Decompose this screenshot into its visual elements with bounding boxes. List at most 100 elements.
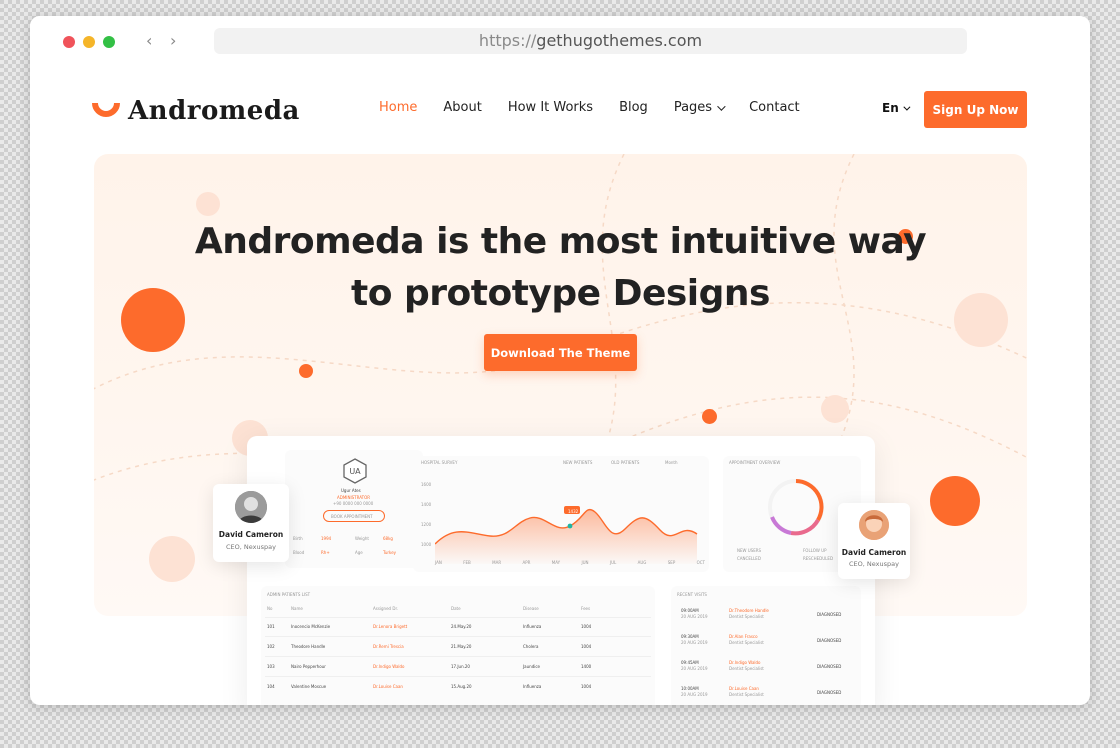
x-tick: APR <box>522 560 531 565</box>
back-arrow-icon[interactable]: ‹ <box>146 31 152 50</box>
stat-value: Rh+ <box>321 550 330 555</box>
patient-no: 103 <box>267 664 275 669</box>
row-divider <box>265 636 651 637</box>
survey-area-chart <box>435 506 698 564</box>
stat-label: Age <box>355 550 363 555</box>
visit-date: 20 AUG 2019 <box>681 614 708 619</box>
patient-date: 15.Aug.20 <box>451 684 472 689</box>
appointment-legend: NEW USERS <box>737 548 762 553</box>
nav-about-label: About <box>443 100 482 115</box>
appointment-legend: CANCELLED <box>737 556 761 561</box>
patient-disease: Influenza <box>523 624 542 629</box>
patient-fee: 1400 <box>581 664 592 669</box>
recent-visits-title: RECENT VISITS <box>677 592 707 597</box>
patient-disease: Cholera <box>523 644 539 649</box>
patient-date: 21.May.20 <box>451 644 472 649</box>
chevron-down-icon <box>903 103 911 111</box>
patient-doctor: Dr.Lenora Brigett <box>373 624 408 629</box>
x-tick: JUN <box>581 560 589 565</box>
hospital-survey-panel: HOSPITAL SURVEY NEW PATIENTS OLD PATIENT… <box>413 456 709 572</box>
patient-name: Nairo Pepperhour <box>291 664 326 669</box>
visit-time: 09:30AM <box>681 634 699 639</box>
month-filter[interactable]: Month <box>665 460 678 465</box>
patient-date: 17.Jun.20 <box>451 664 470 669</box>
card-name: David Cameron <box>218 530 284 539</box>
deco-circle <box>930 476 980 526</box>
sign-up-button[interactable]: Sign Up Now <box>924 91 1027 128</box>
logo-mark-icon <box>92 102 120 117</box>
peak-label: 1432 <box>568 509 579 514</box>
nav-pages[interactable]: Pages <box>673 100 726 115</box>
stat-label: Blood <box>293 550 305 555</box>
person-avatar-icon <box>859 510 889 540</box>
visit-doctor: Dr.Theodore Handle <box>729 608 769 613</box>
nav-how-it-works[interactable]: How It Works <box>508 100 593 115</box>
table-header: Fees <box>581 606 591 611</box>
x-tick: FEB <box>463 560 471 565</box>
nav-pages-label: Pages <box>673 100 713 115</box>
table-header: Disease <box>523 606 539 611</box>
table-header: Date <box>451 606 461 611</box>
visit-doctor: Dr.Indigo Waldo <box>729 660 761 665</box>
minimize-window-button[interactable] <box>83 36 95 48</box>
stat-label: Weight <box>355 536 369 541</box>
visit-tag: DIAGNOSED <box>817 664 842 669</box>
patients-list-panel: ADMIN PATIENTS LIST No Name Assigned Dr.… <box>261 586 655 705</box>
patient-no: 101 <box>267 624 275 629</box>
logo-text: Andromeda <box>128 96 300 126</box>
appointment-legend: RESCHEDULED <box>803 556 834 561</box>
appointment-donut-chart <box>768 479 824 536</box>
visit-date: 20 AUG 2019 <box>681 666 708 671</box>
address-bar[interactable]: https://gethugothemes.com <box>214 28 967 54</box>
profile-name: Ugur Ates <box>341 488 361 493</box>
patient-no: 104 <box>267 684 275 689</box>
patient-name: Valentine Moscue <box>291 684 327 689</box>
nav-contact[interactable]: Contact <box>749 100 800 115</box>
language-selector[interactable]: En <box>882 101 911 115</box>
y-tick: 1200 <box>421 522 432 527</box>
url-protocol: https:// <box>478 31 537 50</box>
nav-how-it-works-label: How It Works <box>507 100 594 115</box>
profile-phone: +90 0000 000 0000 <box>333 501 374 506</box>
table-header: No <box>267 606 273 611</box>
patient-fee: 1004 <box>581 624 592 629</box>
legend-old-patients: OLD PATIENTS <box>611 460 640 465</box>
patient-name: Theodore Handle <box>291 644 326 649</box>
nav-blog[interactable]: Blog <box>619 100 648 115</box>
patient-disease: Influenza <box>523 684 542 689</box>
patients-list-title: ADMIN PATIENTS LIST <box>267 592 311 597</box>
user-badge-icon: UA <box>343 458 367 484</box>
appointment-title: APPOINTMENT OVERVIEW <box>729 460 781 465</box>
book-appointment-label: BOOK APPOINTMENT <box>331 514 373 519</box>
download-theme-button[interactable]: Download The Theme <box>484 334 637 371</box>
person-avatar-icon <box>235 491 267 523</box>
visit-date: 20 AUG 2019 <box>681 692 708 697</box>
nav-home[interactable]: Home <box>379 100 417 115</box>
stat-label: Birth <box>293 536 303 541</box>
close-window-button[interactable] <box>63 36 75 48</box>
row-divider <box>265 617 651 618</box>
hero-headline: Andromeda is the most intuitive way to p… <box>94 216 1027 320</box>
maximize-window-button[interactable] <box>103 36 115 48</box>
row-divider <box>265 676 651 677</box>
deco-circle <box>196 192 220 216</box>
visit-time: 10:00AM <box>681 686 699 691</box>
x-tick: OCT <box>696 560 705 565</box>
appointment-legend: FOLLOW UP <box>803 548 827 553</box>
deco-circle <box>149 536 195 582</box>
y-tick: 1600 <box>421 482 432 487</box>
browser-window: ‹ › https://gethugothemes.com Andromeda … <box>30 16 1090 705</box>
visit-tag: DIAGNOSED <box>817 612 842 617</box>
visit-doctor: Dr.Alan Frasco <box>729 634 758 639</box>
book-appointment-button[interactable]: BOOK APPOINTMENT <box>323 510 385 522</box>
deco-circle <box>299 364 313 378</box>
avatar <box>235 491 267 523</box>
x-tick: JAN <box>435 560 442 565</box>
patient-name: Inocencio McKenzie <box>291 624 331 629</box>
nav-about[interactable]: About <box>443 100 481 115</box>
url-host: gethugothemes.com <box>536 31 703 50</box>
patient-doctor: Dr.Indigo Waldo <box>373 664 405 669</box>
x-tick: MAR <box>492 560 502 565</box>
patient-fee: 1004 <box>581 684 592 689</box>
forward-arrow-icon[interactable]: › <box>170 31 176 50</box>
